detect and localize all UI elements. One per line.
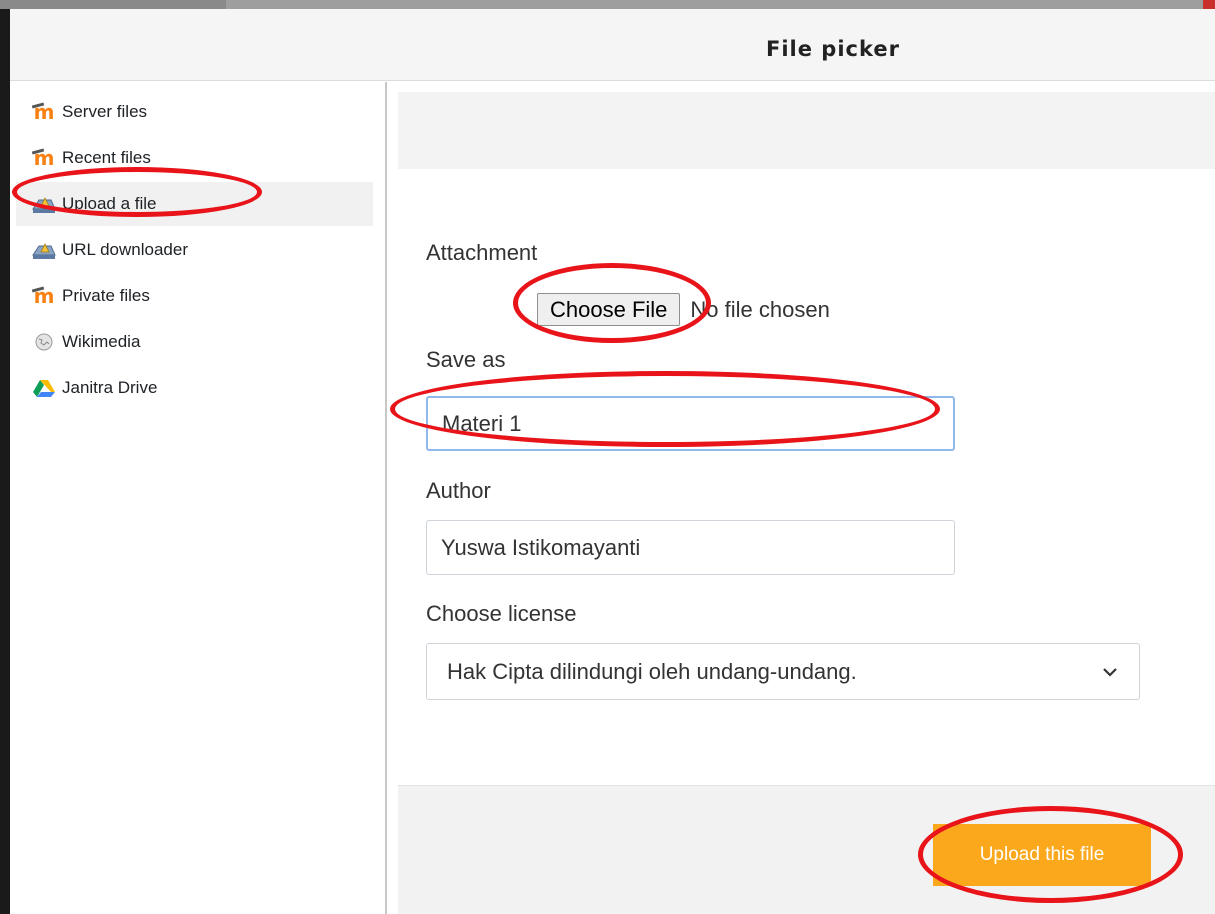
license-label: Choose license — [426, 601, 577, 626]
google-drive-icon — [30, 377, 58, 399]
sidebar-item-janitra-drive[interactable]: Janitra Drive — [16, 366, 373, 410]
author-input[interactable]: Yuswa Istikomayanti — [426, 520, 955, 575]
sidebar-item-upload-a-file[interactable]: Upload a file — [16, 182, 373, 226]
no-file-chosen-text: No file chosen — [690, 296, 830, 322]
sidebar-item-url-downloader[interactable]: URL downloader — [16, 228, 373, 272]
attachment-label: Attachment — [426, 240, 538, 265]
window-top-strip — [0, 0, 1215, 12]
moodle-icon: m — [33, 100, 55, 124]
save-as-label: Save as — [426, 347, 506, 372]
sidebar-item-label: Private files — [62, 286, 150, 305]
wikimedia-icon — [30, 331, 58, 353]
sidebar-item-label: Wikimedia — [62, 332, 141, 351]
chevron-down-icon — [1101, 663, 1119, 681]
moodle-icon: m — [33, 146, 55, 170]
author-label: Author — [426, 478, 491, 503]
upload-icon — [30, 193, 58, 215]
sidebar-item-label: URL downloader — [62, 240, 188, 259]
sidebar-item-label: Janitra Drive — [62, 378, 158, 397]
repository-sidebar: m Server files m Recent files Upload a f… — [10, 82, 387, 914]
license-select[interactable]: Hak Cipta dilindungi oleh undang-undang. — [426, 643, 1140, 700]
sidebar-item-wikimedia[interactable]: Wikimedia — [16, 320, 373, 364]
choose-file-button[interactable]: Choose File — [537, 293, 681, 326]
sidebar-item-private-files[interactable]: m Private files — [16, 274, 373, 318]
sidebar-item-label: Server files — [62, 102, 148, 121]
screenshot-frame: File picker m Server files m Recent file… — [0, 0, 1215, 914]
save-as-input[interactable]: Materi 1 — [426, 396, 955, 451]
dialog-left-border — [0, 9, 10, 914]
moodle-icon: m — [33, 284, 55, 308]
license-selected-value: Hak Cipta dilindungi oleh undang-undang. — [447, 658, 857, 684]
upload-form-panel: Attachment Choose File No file chosen Sa… — [389, 82, 1215, 914]
file-chooser: Choose File No file chosen — [537, 292, 830, 327]
sidebar-item-server-files[interactable]: m Server files — [16, 90, 373, 134]
dialog-footer: Upload this file — [398, 785, 1215, 914]
background-tab — [0, 0, 226, 9]
sidebar-item-label: Recent files — [62, 148, 151, 167]
dialog-title: File picker — [766, 37, 900, 61]
upload-this-file-button[interactable]: Upload this file — [933, 824, 1151, 886]
file-picker-dialog: File picker m Server files m Recent file… — [10, 9, 1215, 914]
url-downloader-icon — [30, 239, 58, 261]
sidebar-item-recent-files[interactable]: m Recent files — [16, 136, 373, 180]
dialog-header: File picker — [10, 9, 1215, 81]
sidebar-item-label: Upload a file — [62, 194, 157, 213]
content-toolbar-band — [398, 92, 1215, 169]
